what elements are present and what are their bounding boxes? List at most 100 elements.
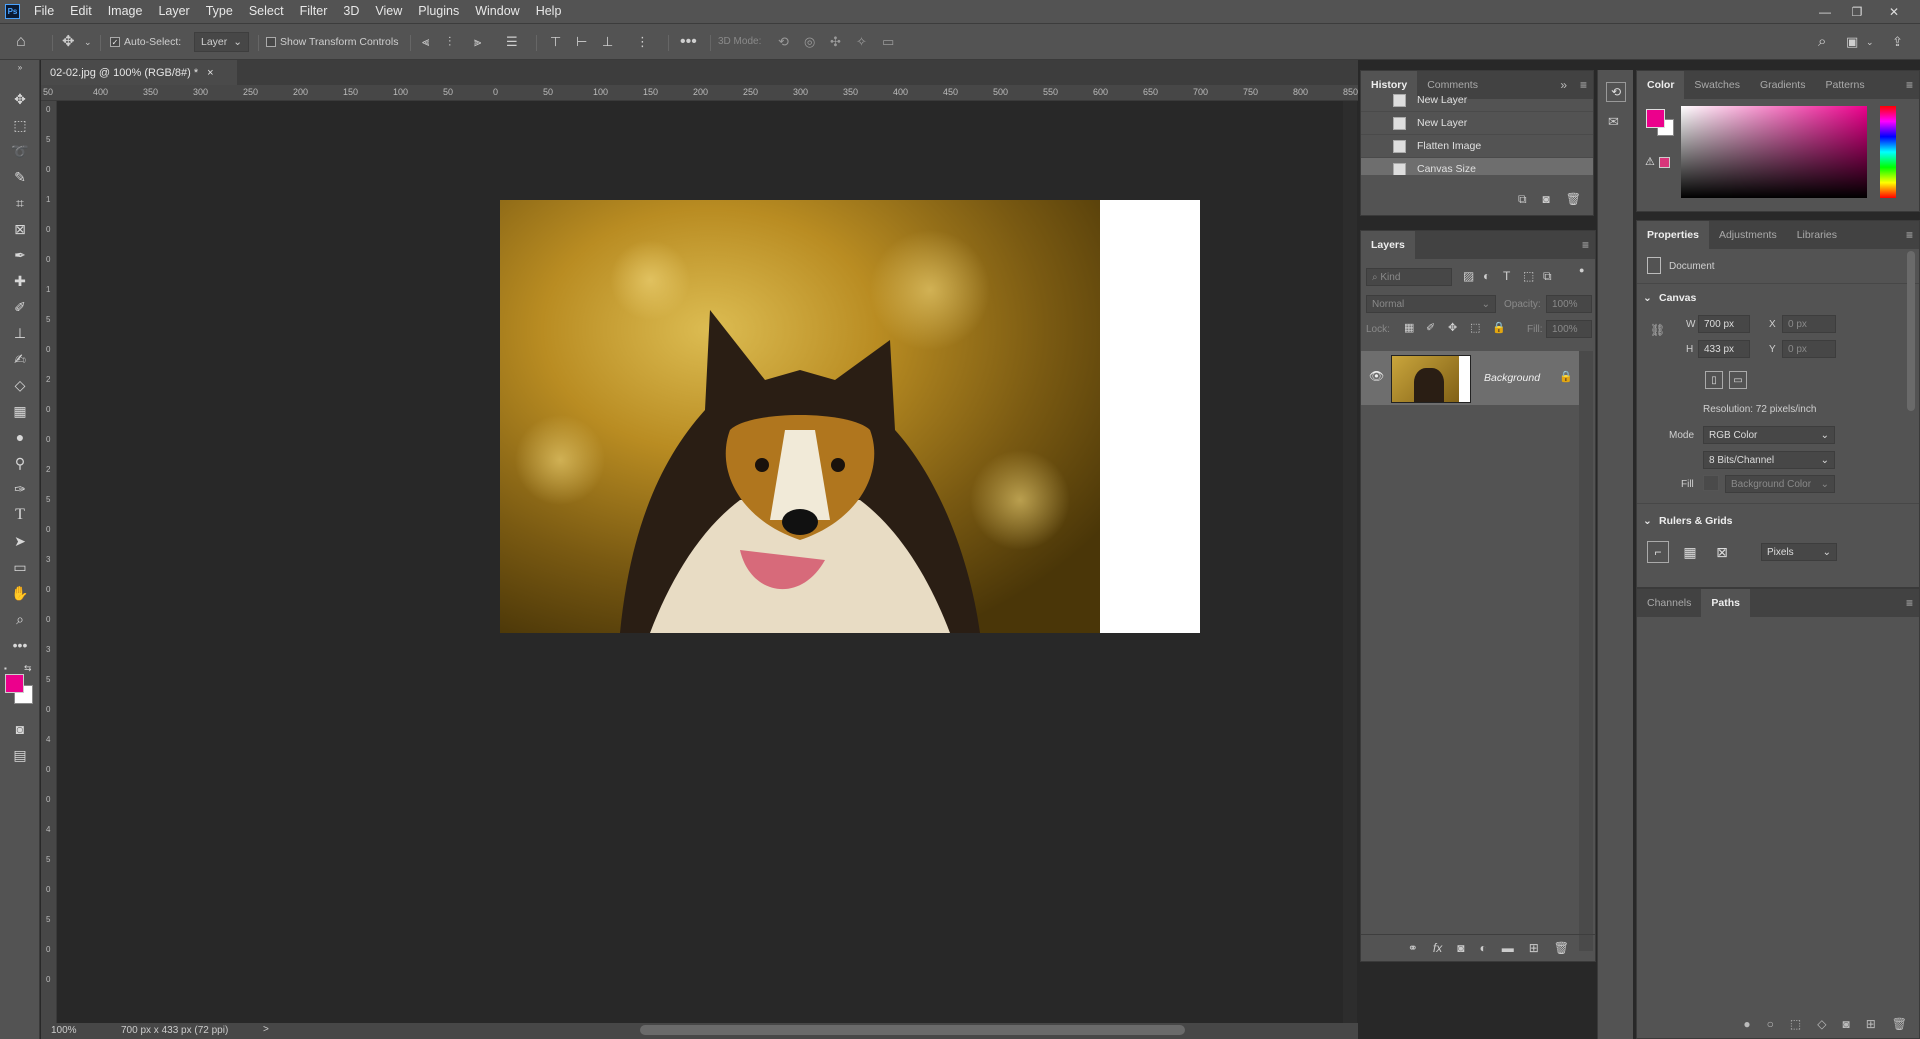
hand-tool-icon[interactable]: ✋ xyxy=(8,582,32,604)
frame-tool-icon[interactable]: ⊠ xyxy=(8,218,32,240)
menu-view[interactable]: View xyxy=(367,0,410,23)
add-mask-icon[interactable]: ◙ xyxy=(1842,1017,1849,1031)
align-center-icon[interactable]: ⫶ xyxy=(448,31,451,53)
3d-roll-icon[interactable]: ◎ xyxy=(804,31,815,53)
tab-swatches[interactable]: Swatches xyxy=(1684,71,1750,99)
history-item[interactable]: Flatten Image xyxy=(1361,135,1593,158)
blend-mode-dropdown[interactable]: Normal ⌄ xyxy=(1366,295,1496,313)
clone-stamp-tool-icon[interactable]: ⊥ xyxy=(8,322,32,344)
pen-tool-icon[interactable]: ✑ xyxy=(8,478,32,500)
fill-color-swatch[interactable] xyxy=(1703,475,1719,491)
out-of-gamut-warning-icon[interactable]: ⚠ xyxy=(1645,155,1655,168)
rulers-section-chevron-icon[interactable]: ⌄ xyxy=(1643,515,1652,527)
adjustment-layer-icon[interactable]: ◐ xyxy=(1479,941,1486,955)
add-mask-icon[interactable]: ◙ xyxy=(1457,941,1464,955)
document-tab[interactable]: 02-02.jpg @ 100% (RGB/8#) * × xyxy=(41,60,237,85)
lasso-tool-icon[interactable]: ➰ xyxy=(8,140,32,162)
share-icon[interactable]: ⇪ xyxy=(1892,31,1903,53)
swap-colors-icon[interactable]: ⇆ xyxy=(24,663,32,674)
more-options-icon[interactable]: ••• xyxy=(680,31,697,53)
layers-scrollbar[interactable] xyxy=(1579,351,1593,951)
x-field[interactable]: 0 px xyxy=(1782,315,1836,333)
align-middle-icon[interactable]: ⊢ xyxy=(576,31,587,53)
link-layers-icon[interactable]: ⚭ xyxy=(1408,941,1418,955)
properties-scrollbar[interactable] xyxy=(1907,251,1915,411)
new-group-icon[interactable]: ▬ xyxy=(1502,941,1514,955)
workspace-chevron-down-icon[interactable]: ⌄ xyxy=(1866,31,1874,53)
default-colors-icon[interactable]: ▪ xyxy=(4,664,14,673)
crop-tool-icon[interactable]: ⌗ xyxy=(8,192,32,214)
auto-select-checkbox[interactable]: ✓ Auto-Select: xyxy=(110,31,181,53)
gamut-warning-swatch[interactable] xyxy=(1659,157,1670,168)
trash-icon[interactable]: 🗑 xyxy=(1566,192,1581,206)
show-transform-controls-checkbox[interactable]: Show Transform Controls xyxy=(266,31,398,53)
canvas-section-header[interactable]: Canvas xyxy=(1659,292,1696,304)
menu-select[interactable]: Select xyxy=(241,0,292,23)
new-layer-icon[interactable]: ⊞ xyxy=(1529,941,1539,955)
distribute-horizontal-icon[interactable]: ☰ xyxy=(506,31,518,53)
delete-layer-icon[interactable]: 🗑 xyxy=(1554,941,1569,955)
rectangle-tool-icon[interactable]: ▭ xyxy=(8,556,32,578)
3d-pan-icon[interactable]: ✣ xyxy=(830,31,841,53)
screen-mode-icon[interactable]: ▤ xyxy=(8,744,32,766)
properties-panel-menu-icon[interactable]: ≡ xyxy=(1906,228,1913,242)
ruler-units-dropdown[interactable]: Pixels ⌄ xyxy=(1761,543,1837,561)
align-left-icon[interactable]: ⫷ xyxy=(422,31,429,53)
3d-camera-icon[interactable]: ▭ xyxy=(882,31,894,53)
eye-visibility-icon[interactable]: 👁 xyxy=(1369,369,1384,383)
delete-path-icon[interactable]: 🗑 xyxy=(1892,1017,1907,1031)
width-field[interactable]: 700 px xyxy=(1698,315,1750,333)
layer-row[interactable]: 👁 Background 🔒 xyxy=(1361,351,1581,405)
height-field[interactable]: 433 px xyxy=(1698,340,1750,358)
tab-libraries[interactable]: Libraries xyxy=(1787,221,1847,249)
workspace-icon[interactable]: ▣ xyxy=(1846,31,1858,53)
tab-properties[interactable]: Properties xyxy=(1637,221,1709,249)
align-top-icon[interactable]: ⊤ xyxy=(550,31,561,53)
filter-smart-object-icon[interactable]: ⧉ xyxy=(1543,269,1552,284)
menu-image[interactable]: Image xyxy=(100,0,151,23)
distribute-vertical-icon[interactable]: ⋮ xyxy=(636,31,649,53)
gradient-tool-icon[interactable]: ▦ xyxy=(8,400,32,422)
close-window-button[interactable]: ✕ xyxy=(1874,0,1914,23)
rulers-grids-section-header[interactable]: Rulers & Grids xyxy=(1659,515,1733,527)
history-brush-tool-icon[interactable]: ✍ xyxy=(8,348,32,370)
lock-pixels-icon[interactable]: ✐ xyxy=(1426,321,1435,334)
color-mode-dropdown[interactable]: RGB Color ⌄ xyxy=(1703,426,1835,444)
tab-gradients[interactable]: Gradients xyxy=(1750,71,1816,99)
filter-pixel-icon[interactable]: ▨ xyxy=(1463,269,1474,283)
menu-plugins[interactable]: Plugins xyxy=(410,0,467,23)
portrait-orientation-icon[interactable]: ▯ xyxy=(1705,371,1723,389)
link-dimensions-icon[interactable]: ⛓ xyxy=(1650,323,1665,337)
load-path-as-selection-icon[interactable]: ⬚ xyxy=(1790,1017,1801,1031)
tool-preset-chevron-down-icon[interactable]: ⌄ xyxy=(84,31,92,53)
stroke-path-icon[interactable]: ○ xyxy=(1767,1017,1774,1031)
align-bottom-icon[interactable]: ⊥ xyxy=(602,31,613,53)
bit-depth-dropdown[interactable]: 8 Bits/Channel ⌄ xyxy=(1703,451,1835,469)
filter-toggle-icon[interactable]: ● xyxy=(1579,265,1584,275)
fill-field[interactable]: 100% xyxy=(1546,320,1592,338)
ruler-toggle-icon[interactable]: ⌐ xyxy=(1647,541,1669,563)
zoom-level[interactable]: 100% xyxy=(51,1025,77,1036)
dodge-tool-icon[interactable]: ⚲ xyxy=(8,452,32,474)
document-canvas[interactable] xyxy=(500,200,1200,633)
history-item[interactable]: New Layer xyxy=(1361,112,1593,135)
menu-file[interactable]: File xyxy=(26,0,62,23)
blur-tool-icon[interactable]: ● xyxy=(8,426,32,448)
layer-filter-dropdown[interactable]: ⌕ Kind xyxy=(1366,268,1452,286)
zoom-tool-icon[interactable]: ⌕ xyxy=(8,608,32,630)
make-work-path-icon[interactable]: ◇ xyxy=(1817,1017,1826,1031)
history-item[interactable]: New Layer xyxy=(1361,89,1593,112)
lock-transparent-icon[interactable]: ▦ xyxy=(1404,321,1414,334)
eyedropper-tool-icon[interactable]: ✒ xyxy=(8,244,32,266)
menu-window[interactable]: Window xyxy=(467,0,527,23)
home-icon[interactable]: ⌂ xyxy=(16,31,26,53)
type-tool-icon[interactable]: T xyxy=(8,504,32,526)
fill-dropdown[interactable]: Background Color ⌄ xyxy=(1725,475,1835,493)
foreground-color-swatch[interactable] xyxy=(5,674,24,693)
menu-type[interactable]: Type xyxy=(198,0,241,23)
new-path-icon[interactable]: ⊞ xyxy=(1866,1017,1876,1031)
edit-toolbar-icon[interactable]: ••• xyxy=(8,634,32,656)
eraser-tool-icon[interactable]: ◇ xyxy=(8,374,32,396)
search-icon[interactable]: ⌕ xyxy=(1818,31,1826,53)
paths-panel-menu-icon[interactable]: ≡ xyxy=(1906,596,1913,610)
